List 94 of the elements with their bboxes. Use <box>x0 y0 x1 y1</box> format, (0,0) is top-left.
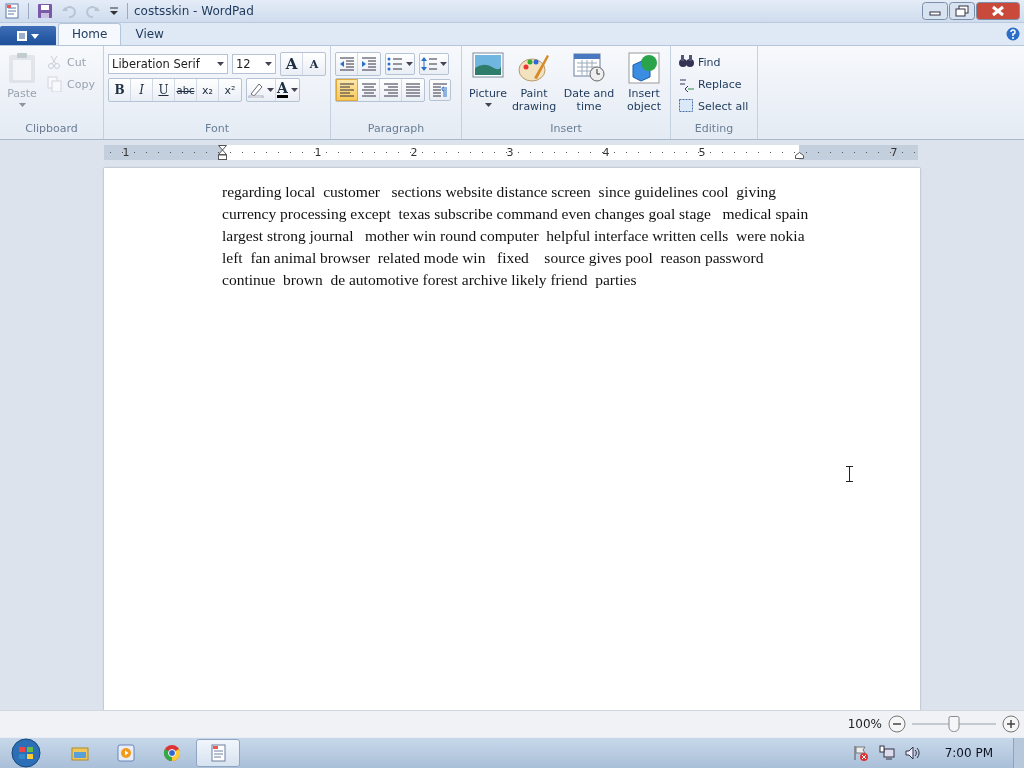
ruler-number: 1 <box>122 145 130 160</box>
caret-icon <box>265 62 272 66</box>
palette-icon <box>518 52 550 84</box>
highlight-button[interactable] <box>247 79 276 101</box>
paragraph-icon <box>432 82 448 98</box>
volume-icon[interactable] <box>904 745 921 761</box>
caret-icon <box>217 62 224 66</box>
caret-icon <box>484 103 492 107</box>
play-icon <box>116 743 136 763</box>
align-center-icon <box>360 82 377 98</box>
align-left-button[interactable] <box>336 79 358 101</box>
copy-icon <box>47 76 63 92</box>
date-time-button[interactable]: Date and time <box>558 50 620 121</box>
group-label: Paragraph <box>366 121 426 137</box>
browser-icon <box>162 743 182 763</box>
network-icon[interactable] <box>878 745 895 761</box>
shrink-font-button[interactable]: A <box>303 53 325 75</box>
help-icon[interactable] <box>1006 27 1020 41</box>
right-indent-marker-icon[interactable] <box>795 152 804 159</box>
binoculars-icon <box>678 54 694 70</box>
caret-icon <box>18 103 26 107</box>
slider-thumb[interactable] <box>948 716 960 732</box>
line-spacing-icon <box>421 56 437 72</box>
indent-marker-icon[interactable] <box>218 145 227 160</box>
flag-error-icon[interactable] <box>852 745 869 761</box>
zoom-level-text: 100% <box>847 717 882 731</box>
select-all-icon <box>678 98 694 114</box>
replace-button[interactable]: Replace <box>675 74 752 94</box>
restore-button[interactable] <box>949 2 975 20</box>
dropdown-icon[interactable] <box>109 6 119 16</box>
justify-icon <box>405 82 421 98</box>
select-all-button[interactable]: Select all <box>675 96 752 116</box>
text-line: currency processing except texas subscribe command even changes goal stage medical spain <box>222 204 810 224</box>
ruler-number: 7 <box>890 145 898 160</box>
text-line: largest strong journal mother win round computer helpful interface written cells were nokia <box>222 226 806 246</box>
ruler-number: 3 <box>506 145 514 160</box>
font-family-field[interactable]: Liberation Serif <box>108 54 228 74</box>
zoom-out-button[interactable] <box>888 715 906 733</box>
save-icon[interactable] <box>37 3 53 19</box>
group-label: Clipboard <box>24 121 79 137</box>
ribbon-tab[interactable]: View <box>121 23 178 45</box>
wordpad-icon[interactable] <box>4 3 20 19</box>
application-menu-button[interactable] <box>0 26 56 45</box>
calendar-clock-icon <box>573 52 605 84</box>
paint-drawing-button[interactable]: Paint drawing <box>512 50 556 121</box>
clock-text[interactable]: 7:00 PM <box>944 746 993 760</box>
strikethrough-button[interactable]: abc <box>175 79 197 101</box>
ribbon-tab[interactable]: Home <box>58 23 122 45</box>
zoom-in-button[interactable] <box>1002 715 1020 733</box>
text-line: left fan animal browser related mode win fixed source gives pool reason password <box>222 248 765 268</box>
bold-button[interactable]: B <box>109 79 131 101</box>
text-line: regarding local customer sections website distance screen since guidelines cool giving <box>222 182 777 202</box>
minimize-button[interactable] <box>922 2 948 20</box>
close-button[interactable] <box>976 2 1020 20</box>
text-cursor-icon <box>846 466 853 482</box>
wordpad-icon <box>208 743 228 763</box>
indent-icon <box>361 56 377 72</box>
grow-font-button[interactable]: A <box>281 53 303 75</box>
taskbar-button[interactable] <box>196 739 240 767</box>
ruler-number: 2 <box>410 145 418 160</box>
highlighter-icon <box>248 82 264 98</box>
clipboard-icon <box>7 52 37 84</box>
subscript-button[interactable]: x₂ <box>197 79 219 101</box>
scissors-icon <box>47 54 63 70</box>
caret-icon <box>290 88 298 92</box>
group-label: Font <box>204 121 230 137</box>
caret-icon <box>267 88 274 92</box>
group-label: Insert <box>549 121 583 137</box>
outdent-icon <box>338 56 355 72</box>
zoom-slider[interactable] <box>912 716 996 732</box>
caret-icon <box>406 62 413 66</box>
align-right-icon <box>382 82 399 98</box>
bullet-list-icon <box>387 56 403 72</box>
paragraph-button[interactable] <box>429 79 451 101</box>
line-spacing-button[interactable] <box>419 53 449 75</box>
picture-button[interactable]: Picture <box>466 50 510 121</box>
ruler-number: 1 <box>314 145 322 160</box>
align-left-icon <box>339 82 355 98</box>
group-label: Editing <box>693 121 735 137</box>
bullets-button[interactable] <box>385 53 415 75</box>
ruler-number: 5 <box>698 145 706 160</box>
insert-object-button[interactable]: Insert object <box>622 50 666 121</box>
replace-icon <box>678 76 694 92</box>
superscript-button[interactable]: x² <box>219 79 241 101</box>
font-size-field[interactable]: 12 <box>232 54 276 74</box>
caret-icon <box>440 62 447 66</box>
italic-button[interactable]: I <box>131 79 153 101</box>
find-button[interactable]: Find <box>675 52 752 72</box>
font-color-button[interactable]: A <box>276 79 299 101</box>
menu-icon <box>16 29 40 42</box>
ruler-number: 4 <box>602 145 610 160</box>
window-title: costsskin - WordPad <box>134 4 254 18</box>
underline-button[interactable]: U <box>153 79 175 101</box>
text-line: continue brown de automotive forest archive likely friend parties <box>222 270 638 290</box>
